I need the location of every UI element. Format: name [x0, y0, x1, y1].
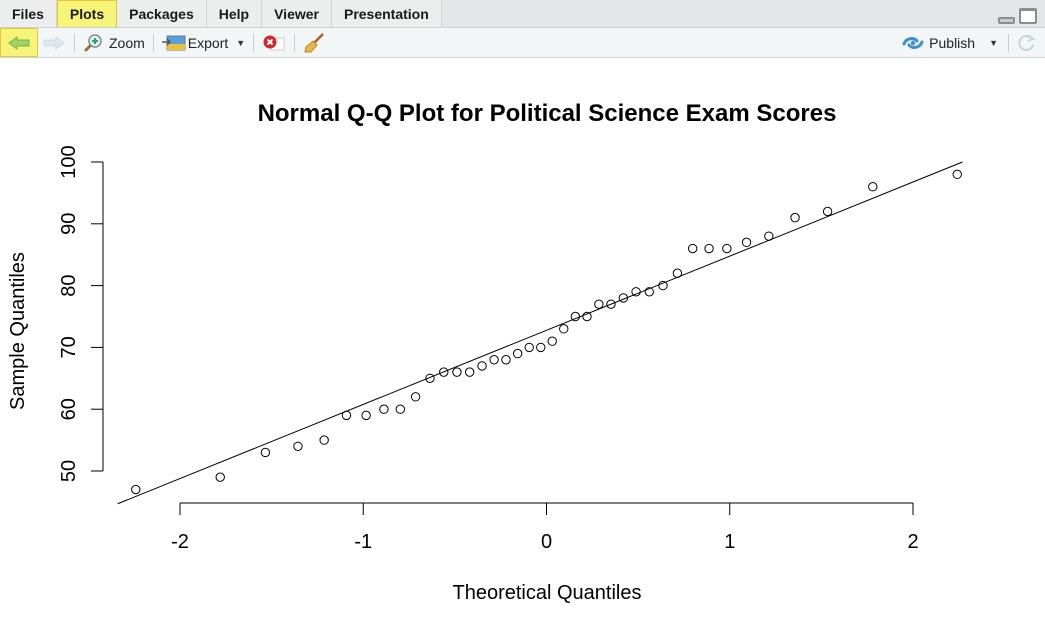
- plot-viewer: Normal Q-Q Plot for Political Science Ex…: [0, 59, 1045, 628]
- zoom-button[interactable]: Zoom: [79, 29, 149, 57]
- data-point: [215, 472, 225, 482]
- y-tick-label: 100: [58, 145, 80, 178]
- data-point: [547, 336, 557, 346]
- data-point: [477, 361, 487, 371]
- data-point: [524, 342, 534, 353]
- data-point: [293, 441, 303, 451]
- data-point: [501, 355, 511, 365]
- y-axis-label: Sample Quantiles: [7, 252, 29, 410]
- y-tick-label: 90: [58, 213, 80, 235]
- tab-help[interactable]: Help: [206, 0, 263, 27]
- tab-plots[interactable]: Plots: [56, 0, 118, 27]
- remove-plot-button[interactable]: [258, 29, 290, 57]
- pane-tabbar: Files Plots Packages Help Viewer Present…: [0, 0, 1045, 28]
- data-point: [512, 348, 523, 359]
- publish-label: Publish: [929, 34, 976, 51]
- y-tick-label: 70: [58, 336, 80, 358]
- toolbar-separator: [152, 33, 154, 52]
- caret-down-icon: ▼: [989, 37, 998, 48]
- x-tick-label: 2: [907, 531, 918, 553]
- data-point: [631, 287, 641, 297]
- data-point: [536, 342, 546, 353]
- back-button[interactable]: [0, 28, 38, 57]
- data-point: [722, 243, 732, 254]
- data-point: [260, 447, 271, 458]
- chart-title: Normal Q-Q Plot for Political Science Ex…: [258, 100, 837, 127]
- broom-icon: [304, 32, 325, 52]
- y-tick-label: 80: [58, 274, 80, 296]
- publish-button[interactable]: Publish ▼: [898, 29, 1002, 57]
- data-point: [704, 243, 714, 254]
- data-point: [741, 237, 752, 248]
- export-label: Export: [187, 34, 229, 51]
- toolbar-separator: [74, 33, 75, 52]
- publish-icon: [902, 36, 924, 49]
- data-point: [452, 367, 462, 377]
- data-point: [361, 410, 371, 421]
- data-point: [594, 299, 604, 309]
- toolbar-separator: [253, 33, 255, 52]
- toolbar-separator: [1008, 33, 1009, 52]
- refresh-icon: [1018, 33, 1035, 51]
- data-point: [395, 404, 406, 414]
- data-point: [379, 404, 389, 414]
- toolbar-right: Publish ▼: [898, 29, 1045, 57]
- x-tick-label: -2: [171, 531, 189, 553]
- data-point: [672, 268, 683, 278]
- qq-reference-line: [117, 161, 963, 505]
- export-button[interactable]: Export ▼: [158, 29, 249, 57]
- data-point: [319, 435, 329, 445]
- toolbar-separator: [294, 33, 296, 52]
- tab-files[interactable]: Files: [0, 0, 57, 27]
- data-point: [570, 311, 581, 322]
- pane-window-controls: [998, 0, 1045, 27]
- x-axis-label: Theoretical Quantiles: [453, 582, 642, 604]
- x-tick-label: 1: [724, 531, 735, 553]
- reference-line-group: [117, 161, 963, 505]
- arrow-left-icon: [8, 35, 30, 50]
- arrow-right-icon: [43, 35, 65, 50]
- minimize-pane-button[interactable]: [998, 17, 1015, 24]
- data-point: [868, 182, 878, 192]
- tab-packages[interactable]: Packages: [117, 0, 207, 27]
- forward-button[interactable]: [38, 29, 70, 57]
- zoom-icon: [84, 33, 102, 51]
- y-tick-label: 60: [58, 398, 80, 420]
- data-point: [790, 212, 800, 223]
- data-point: [131, 484, 141, 495]
- data-point: [822, 206, 833, 217]
- data-point: [341, 410, 352, 421]
- tab-viewer[interactable]: Viewer: [262, 0, 332, 27]
- data-point: [489, 355, 499, 365]
- data-point: [687, 243, 698, 254]
- data-point: [952, 169, 962, 180]
- refresh-button[interactable]: [1013, 29, 1045, 57]
- x-tick-label: -1: [354, 531, 372, 553]
- export-image-icon: [161, 35, 186, 50]
- qq-plot: Normal Q-Q Plot for Political Science Ex…: [7, 100, 963, 604]
- caret-down-icon: ▼: [236, 37, 246, 48]
- maximize-pane-button[interactable]: [1019, 8, 1037, 24]
- tab-presentation[interactable]: Presentation: [331, 0, 442, 27]
- data-point: [410, 392, 421, 402]
- data-point: [559, 324, 569, 334]
- x-tick-label: 0: [541, 531, 552, 553]
- clear-all-plots-button[interactable]: [299, 29, 329, 57]
- data-point: [464, 367, 475, 377]
- data-point: [764, 231, 774, 241]
- zoom-label: Zoom: [109, 34, 145, 51]
- plots-toolbar: Zoom Export ▼ Publish ▼: [0, 28, 1045, 58]
- axes: -2 -1 0 1 2 50 60 70 80 90 100: [58, 145, 919, 553]
- points-group: [131, 169, 962, 495]
- y-tick-label: 50: [58, 460, 80, 482]
- remove-plot-icon: [263, 35, 285, 50]
